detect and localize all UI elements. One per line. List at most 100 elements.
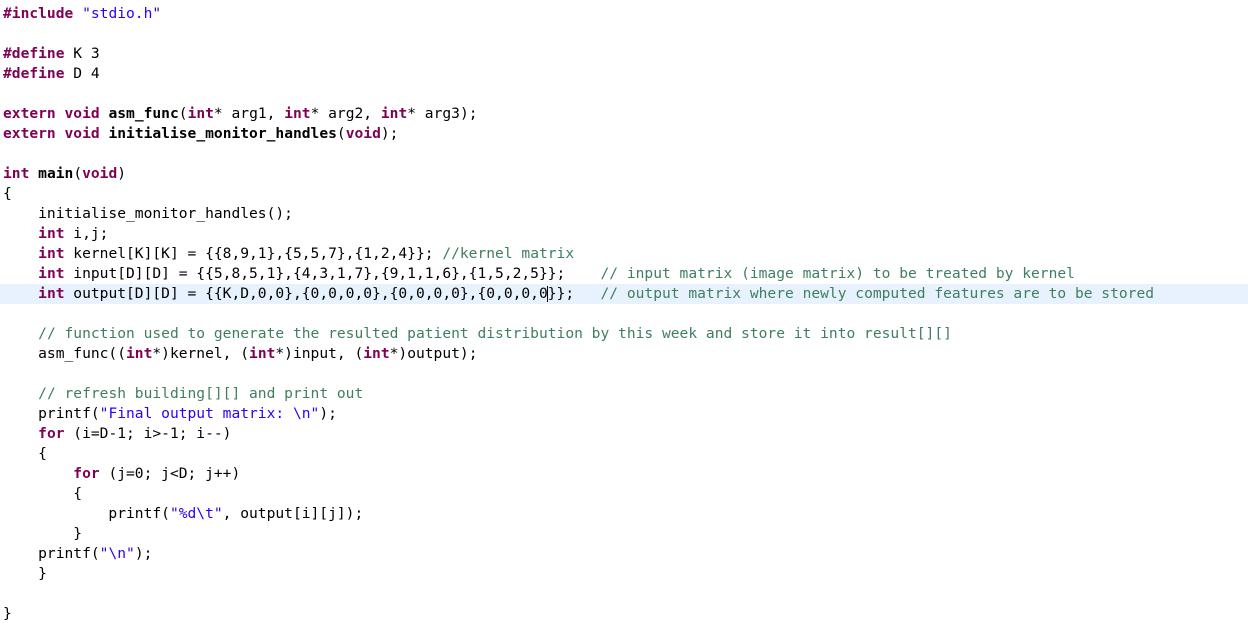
- code-text: }: [3, 565, 47, 582]
- keyword-token: int: [38, 285, 65, 302]
- keyword-token: int: [363, 345, 390, 362]
- comment-token: // input matrix (image matrix) to be tre…: [600, 265, 1075, 282]
- code-text: * arg3);: [407, 105, 478, 122]
- code-line[interactable]: printf("\n");: [0, 544, 1248, 564]
- code-text: );: [380, 125, 399, 142]
- comment-token: //kernel matrix: [442, 245, 575, 262]
- keyword-token: int: [126, 345, 153, 362]
- code-text: K 3: [64, 45, 100, 62]
- function-name-token: main: [38, 165, 74, 182]
- code-line[interactable]: {: [0, 484, 1248, 504]
- code-line[interactable]: asm_func((int*)kernel, (int*)input, (int…: [0, 344, 1248, 364]
- code-line[interactable]: [0, 84, 1248, 104]
- keyword-token: int: [38, 265, 65, 282]
- code-editor[interactable]: #include "stdio.h" #define K 3 #define D 4…: [0, 4, 1248, 624]
- code-line[interactable]: [0, 364, 1248, 384]
- code-line[interactable]: [0, 144, 1248, 164]
- code-line[interactable]: #define D 4: [0, 64, 1248, 84]
- code-text: }};: [547, 285, 601, 302]
- code-text: printf(: [3, 505, 170, 522]
- code-line[interactable]: [0, 584, 1248, 604]
- string-literal-token: "%d\t": [169, 505, 223, 522]
- code-line[interactable]: }: [0, 524, 1248, 544]
- keyword-token: #define: [3, 65, 65, 82]
- code-line[interactable]: // refresh building[][] and print out: [0, 384, 1248, 404]
- code-line[interactable]: extern void initialise_monitor_handles(v…: [0, 124, 1248, 144]
- code-text: );: [134, 545, 153, 562]
- code-line[interactable]: [0, 24, 1248, 44]
- code-text: (: [336, 125, 346, 142]
- code-text: *)output);: [389, 345, 478, 362]
- code-line[interactable]: extern void asm_func(int* arg1, int* arg…: [0, 104, 1248, 124]
- code-text: D 4: [64, 65, 100, 82]
- code-text: {: [3, 445, 47, 462]
- code-line[interactable]: }: [0, 604, 1248, 624]
- code-text: (i=D-1; i>-1; i--): [64, 425, 232, 442]
- code-line[interactable]: }: [0, 564, 1248, 584]
- code-text: {: [3, 485, 83, 502]
- keyword-token: void: [82, 165, 118, 182]
- keyword-token: void: [345, 125, 381, 142]
- code-text: kernel[K][K] = {{8,9,1},{5,5,7},{1,2,4}}…: [64, 245, 443, 262]
- keyword-token: extern: [3, 105, 56, 122]
- code-line[interactable]: int kernel[K][K] = {{8,9,1},{5,5,7},{1,2…: [0, 244, 1248, 264]
- code-line[interactable]: int main(void): [0, 164, 1248, 184]
- string-literal-token: "\n": [99, 545, 135, 562]
- code-text: {: [3, 185, 12, 202]
- code-text: printf(: [3, 545, 100, 562]
- code-line[interactable]: initialise_monitor_handles();: [0, 204, 1248, 224]
- code-text: }: [3, 525, 83, 542]
- keyword-token: extern: [3, 125, 56, 142]
- code-text: ): [117, 165, 127, 182]
- keyword-token: void: [64, 105, 100, 122]
- string-literal-token: "Final output matrix: \n": [99, 405, 320, 422]
- code-line[interactable]: [0, 304, 1248, 324]
- code-line-current[interactable]: int output[D][D] = {{K,D,0,0},{0,0,0,0},…: [0, 284, 1248, 304]
- keyword-token: int: [187, 105, 214, 122]
- comment-token: // refresh building[][] and print out: [38, 385, 364, 402]
- code-line[interactable]: printf("%d\t", output[i][j]);: [0, 504, 1248, 524]
- code-text: * arg2,: [310, 105, 381, 122]
- comment-token: // output matrix where newly computed fe…: [600, 285, 1155, 302]
- code-text: printf(: [3, 405, 100, 422]
- code-text: *)input, (: [275, 345, 364, 362]
- code-text: );: [319, 405, 337, 422]
- code-line[interactable]: #define K 3: [0, 44, 1248, 64]
- code-text: *)kernel, (: [152, 345, 250, 362]
- code-line[interactable]: for (j=0; j<D; j++): [0, 464, 1248, 484]
- code-text: (: [178, 105, 188, 122]
- code-text: (j=0; j<D; j++): [99, 465, 241, 482]
- keyword-token: for: [73, 465, 100, 482]
- code-text: initialise_monitor_handles();: [3, 205, 293, 222]
- code-line[interactable]: {: [0, 184, 1248, 204]
- keyword-token: int: [38, 245, 65, 262]
- code-line[interactable]: #include "stdio.h": [0, 4, 1248, 24]
- code-text: i,j;: [64, 225, 109, 242]
- code-line[interactable]: int input[D][D] = {{5,8,5,1},{4,3,1,7},{…: [0, 264, 1248, 284]
- keyword-token: int: [3, 165, 30, 182]
- code-line[interactable]: // function used to generate the resulte…: [0, 324, 1248, 344]
- keyword-token: int: [249, 345, 276, 362]
- code-line[interactable]: for (i=D-1; i>-1; i--): [0, 424, 1248, 444]
- code-line[interactable]: int i,j;: [0, 224, 1248, 244]
- keyword-token: int: [380, 105, 408, 122]
- code-line[interactable]: {: [0, 444, 1248, 464]
- code-text: asm_func((: [3, 345, 127, 362]
- code-text: * arg1,: [213, 105, 285, 122]
- code-line[interactable]: printf("Final output matrix: \n");: [0, 404, 1248, 424]
- function-name-token: initialise_monitor_handles: [108, 125, 337, 142]
- keyword-token: int: [38, 225, 65, 242]
- code-text: }: [3, 605, 12, 622]
